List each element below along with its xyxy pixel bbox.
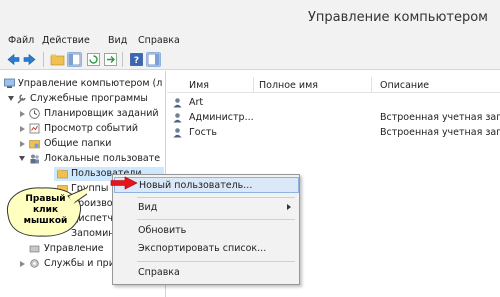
folder-icon xyxy=(57,168,68,179)
menu-view[interactable]: Вид xyxy=(108,35,127,46)
column-description[interactable]: Описание xyxy=(380,80,429,91)
menu-bar: Файл Действие Вид Справка xyxy=(0,34,500,49)
tree-item-label: Планировщик заданий xyxy=(44,108,159,119)
tree-item-label: Общие папки xyxy=(44,138,112,149)
context-item-label: Новый пользователь... xyxy=(139,180,253,191)
toolbar: ? xyxy=(0,49,500,70)
collapse-arrow-icon[interactable] xyxy=(19,156,25,161)
expand-arrow-icon[interactable] xyxy=(20,141,25,147)
context-item-help[interactable]: Справка xyxy=(114,265,299,281)
menu-file[interactable]: Файл xyxy=(8,35,34,46)
tree-item-local-users[interactable]: Локальные пользовате xyxy=(0,152,165,166)
callout-text: Правый клик мышкой xyxy=(14,194,77,227)
column-divider[interactable] xyxy=(371,77,372,93)
tools-icon xyxy=(16,93,27,104)
context-item-label: Вид xyxy=(138,202,158,213)
tree-item-label: Управление компьютером (л xyxy=(18,78,163,89)
context-item-label: Обновить xyxy=(138,225,187,236)
window-title: Управление компьютером xyxy=(308,10,488,25)
list-item[interactable]: Гость Встроенная учетная запис xyxy=(167,126,500,140)
shared-folder-icon xyxy=(29,138,40,149)
list-item[interactable]: Администр... Встроенная учетная запис xyxy=(167,111,500,125)
up-folder-icon[interactable] xyxy=(50,52,65,67)
tree-item-task-scheduler[interactable]: Планировщик заданий xyxy=(0,107,165,121)
expand-arrow-icon[interactable] xyxy=(20,111,25,117)
tree-item-event-viewer[interactable]: Просмотр событий xyxy=(0,122,165,136)
export-icon[interactable] xyxy=(103,52,118,67)
svg-text:?: ? xyxy=(134,56,139,66)
help-icon[interactable]: ? xyxy=(129,52,144,67)
user-icon xyxy=(172,127,183,138)
expand-arrow-icon[interactable] xyxy=(20,261,25,267)
submenu-arrow-icon xyxy=(287,204,291,210)
toolbar-separator xyxy=(122,52,123,67)
context-item-refresh[interactable]: Обновить xyxy=(114,223,299,239)
event-viewer-icon xyxy=(29,123,40,134)
forward-icon[interactable] xyxy=(22,52,37,67)
clock-icon xyxy=(29,108,40,119)
tree-item-system-tools[interactable]: Служебные программы xyxy=(0,92,165,106)
computer-management-icon xyxy=(4,78,15,89)
user-icon xyxy=(172,112,183,123)
back-icon[interactable] xyxy=(6,52,21,67)
services-icon xyxy=(29,258,40,269)
callout-line: мышкой xyxy=(23,216,68,226)
context-item-label: Экспортировать список... xyxy=(138,243,267,254)
toolbar-separator xyxy=(43,52,44,67)
context-item-new-user[interactable]: Новый пользователь... xyxy=(114,177,299,193)
refresh-icon[interactable] xyxy=(86,52,101,67)
user-description: Встроенная учетная запис xyxy=(380,112,500,123)
context-item-export-list[interactable]: Экспортировать список... xyxy=(114,241,299,257)
menu-separator xyxy=(137,261,295,262)
menu-help[interactable]: Справка xyxy=(138,35,180,46)
list-item[interactable]: Art xyxy=(167,96,500,110)
users-icon xyxy=(29,153,40,164)
tree-item-shared-folders[interactable]: Общие папки xyxy=(0,137,165,151)
context-item-label: Справка xyxy=(138,267,180,278)
tree-item-label: Служебные программы xyxy=(30,93,148,104)
user-icon xyxy=(172,97,183,108)
title-bar: Управление компьютером xyxy=(0,0,500,34)
show-hide-action-pane-icon[interactable] xyxy=(146,52,161,67)
tree-item-label: Просмотр событий xyxy=(44,123,139,134)
user-name: Art xyxy=(189,97,204,108)
column-name[interactable]: Имя xyxy=(189,80,209,91)
user-name: Администр... xyxy=(189,112,253,123)
menu-separator xyxy=(137,197,295,198)
list-header: Имя Полное имя Описание xyxy=(167,77,500,93)
collapse-arrow-icon[interactable] xyxy=(8,96,14,101)
context-menu: Новый пользователь... Вид Обновить Экспо… xyxy=(112,174,300,285)
column-full-name[interactable]: Полное имя xyxy=(259,80,318,91)
context-item-view[interactable]: Вид xyxy=(114,200,299,216)
expand-arrow-icon[interactable] xyxy=(20,126,25,132)
menu-action[interactable]: Действие xyxy=(42,35,90,46)
tree-item-label: Службы и при xyxy=(44,258,115,269)
tree-item-label: Локальные пользовате xyxy=(44,153,161,164)
callout-line: Правый xyxy=(25,194,66,204)
column-divider[interactable] xyxy=(253,77,254,93)
menu-separator xyxy=(137,219,295,220)
user-description: Встроенная учетная запис xyxy=(380,127,500,138)
show-hide-tree-icon[interactable] xyxy=(67,52,82,67)
callout-line: клик xyxy=(32,205,59,215)
tree-item-computer-management[interactable]: Управление компьютером (л xyxy=(0,77,165,91)
pointer-arrow-icon xyxy=(110,176,138,190)
user-name: Гость xyxy=(189,127,217,138)
